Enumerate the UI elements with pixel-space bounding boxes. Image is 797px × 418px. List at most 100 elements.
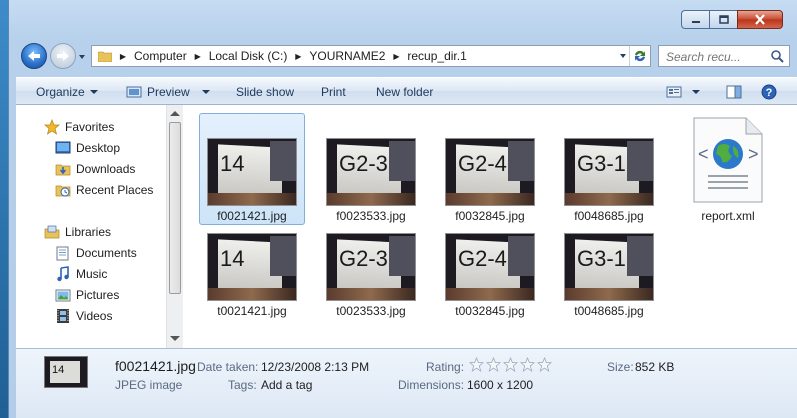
rating-label: Rating: xyxy=(426,360,465,374)
file-item-t0048685[interactable]: G3-1 t0048685.jpg xyxy=(556,208,662,320)
file-list: 14 f0021421.jpg G2-3 f0023533.jpg G2-4 f… xyxy=(184,105,797,348)
rating-star-icon[interactable] xyxy=(520,357,535,372)
breadcrumb-separator-icon[interactable]: ▶ xyxy=(191,52,205,61)
address-row: ▶ Computer ▶ Local Disk (C:) ▶ YOURNAME2… xyxy=(15,43,797,71)
svg-text:>: > xyxy=(748,144,759,164)
scroll-down-arrow-icon[interactable] xyxy=(170,336,180,341)
command-bar: Organize Preview Slide show Print New fo… xyxy=(16,77,797,105)
print-button[interactable]: Print xyxy=(321,83,346,101)
date-taken-label: Date taken: xyxy=(197,360,259,374)
file-name: report.xml xyxy=(701,209,755,223)
image-thumbnail: 14 xyxy=(207,138,297,206)
scrollbar-thumb[interactable] xyxy=(169,122,181,294)
chevron-down-icon xyxy=(620,54,626,58)
refresh-button[interactable] xyxy=(629,46,650,66)
image-thumbnail: 14 xyxy=(207,233,297,301)
nav-videos-label: Videos xyxy=(76,309,113,323)
navigation-scrollbar[interactable] xyxy=(166,105,183,348)
recent-places-icon xyxy=(55,185,71,197)
nav-desktop[interactable]: Desktop xyxy=(55,139,120,157)
preview-pane-icon xyxy=(726,85,742,99)
arrow-right-icon xyxy=(57,51,69,61)
size-value: 852 KB xyxy=(635,360,675,374)
arrow-left-icon xyxy=(28,51,40,61)
details-thumbnail: 14 xyxy=(44,356,88,388)
nav-pictures[interactable]: Pictures xyxy=(55,286,119,304)
breadcrumb-separator-icon[interactable]: ▶ xyxy=(389,52,403,61)
nav-pictures-label: Pictures xyxy=(76,288,120,302)
help-icon: ? xyxy=(761,84,777,100)
breadcrumb-computer[interactable]: Computer xyxy=(130,49,191,63)
search-icon xyxy=(771,50,784,63)
maximize-button[interactable] xyxy=(709,10,737,29)
nav-documents-label: Documents xyxy=(76,246,137,260)
preview-button[interactable]: Preview xyxy=(126,83,212,101)
image-thumbnail: G2-3 xyxy=(326,233,416,301)
organize-button[interactable]: Organize xyxy=(36,83,100,101)
new-folder-button[interactable]: New folder xyxy=(376,83,433,101)
back-button[interactable] xyxy=(21,43,47,69)
nav-documents[interactable]: Documents xyxy=(55,244,137,262)
close-button[interactable] xyxy=(737,10,783,29)
details-pane: 14 f0021421.jpg JPEG image Date taken: 1… xyxy=(16,348,797,418)
nav-videos[interactable]: Videos xyxy=(55,307,112,325)
preview-pane-button[interactable] xyxy=(726,83,742,101)
pictures-icon xyxy=(55,289,71,302)
nav-music[interactable]: Music xyxy=(55,265,107,283)
organize-label: Organize xyxy=(36,85,85,99)
svg-text:?: ? xyxy=(766,87,773,99)
nav-recent-places-label: Recent Places xyxy=(76,183,154,197)
date-taken-value[interactable]: 12/23/2008 2:13 PM xyxy=(261,360,369,374)
breadcrumb-yourname2[interactable]: YOURNAME2 xyxy=(305,49,389,63)
rating-star-icon[interactable] xyxy=(503,357,518,372)
breadcrumb-separator-icon[interactable]: ▶ xyxy=(116,52,130,61)
refresh-icon xyxy=(635,50,645,62)
minimize-button[interactable] xyxy=(681,10,709,29)
breadcrumb-local-disk[interactable]: Local Disk (C:) xyxy=(205,49,292,63)
address-history-dropdown[interactable] xyxy=(616,46,630,66)
minimize-icon xyxy=(691,20,700,23)
breadcrumb-separator-icon[interactable]: ▶ xyxy=(291,52,305,61)
preview-label: Preview xyxy=(147,85,190,99)
forward-button[interactable] xyxy=(50,43,76,69)
content-area: Favorites Desktop Downloads Recent Place… xyxy=(16,105,797,348)
file-item-report-xml[interactable]: < > report.xml xyxy=(675,113,781,225)
nav-downloads[interactable]: Downloads xyxy=(55,160,135,178)
address-bar[interactable]: ▶ Computer ▶ Local Disk (C:) ▶ YOURNAME2… xyxy=(91,45,651,67)
help-button[interactable]: ? xyxy=(761,83,777,101)
xml-document-icon: < > xyxy=(693,117,763,203)
file-item-t0021421[interactable]: 14 t0021421.jpg xyxy=(199,208,305,320)
rating-stars[interactable] xyxy=(469,357,552,372)
music-note-icon xyxy=(57,266,69,282)
tags-value[interactable]: Add a tag xyxy=(261,378,312,392)
slideshow-button[interactable]: Slide show xyxy=(236,83,294,101)
scroll-up-arrow-icon[interactable] xyxy=(170,111,180,116)
file-item-t0023533[interactable]: G2-3 t0023533.jpg xyxy=(318,208,424,320)
rating-star-icon[interactable] xyxy=(537,357,552,372)
image-thumbnail: G3-1 xyxy=(564,138,654,206)
search-input[interactable] xyxy=(664,47,768,67)
breadcrumb-recup-dir[interactable]: recup_dir.1 xyxy=(403,49,470,63)
image-thumbnail: G2-4 xyxy=(445,138,535,206)
maximize-icon xyxy=(718,15,729,24)
recent-pages-dropdown[interactable] xyxy=(77,51,87,61)
libraries-icon xyxy=(44,225,60,239)
rating-star-icon[interactable] xyxy=(486,357,501,372)
downloads-folder-icon xyxy=(55,164,71,176)
caption-buttons xyxy=(681,10,783,29)
nav-libraries[interactable]: Libraries xyxy=(44,223,111,241)
nav-recent-places[interactable]: Recent Places xyxy=(55,181,153,199)
details-filename: f0021421.jpg xyxy=(115,358,196,374)
image-thumbnail: G2-3 xyxy=(326,138,416,206)
nav-downloads-label: Downloads xyxy=(76,162,136,176)
nav-favorites[interactable]: Favorites xyxy=(44,118,114,136)
change-view-button[interactable] xyxy=(666,83,702,101)
navigation-pane: Favorites Desktop Downloads Recent Place… xyxy=(16,105,166,348)
image-thumbnail: G2-4 xyxy=(445,233,535,301)
rating-star-icon[interactable] xyxy=(469,357,484,372)
preview-icon xyxy=(126,86,142,98)
tags-label: Tags: xyxy=(228,378,257,392)
file-item-t0032845[interactable]: G2-4 t0032845.jpg xyxy=(437,208,543,320)
nav-desktop-label: Desktop xyxy=(76,141,121,155)
search-box[interactable] xyxy=(658,45,790,67)
